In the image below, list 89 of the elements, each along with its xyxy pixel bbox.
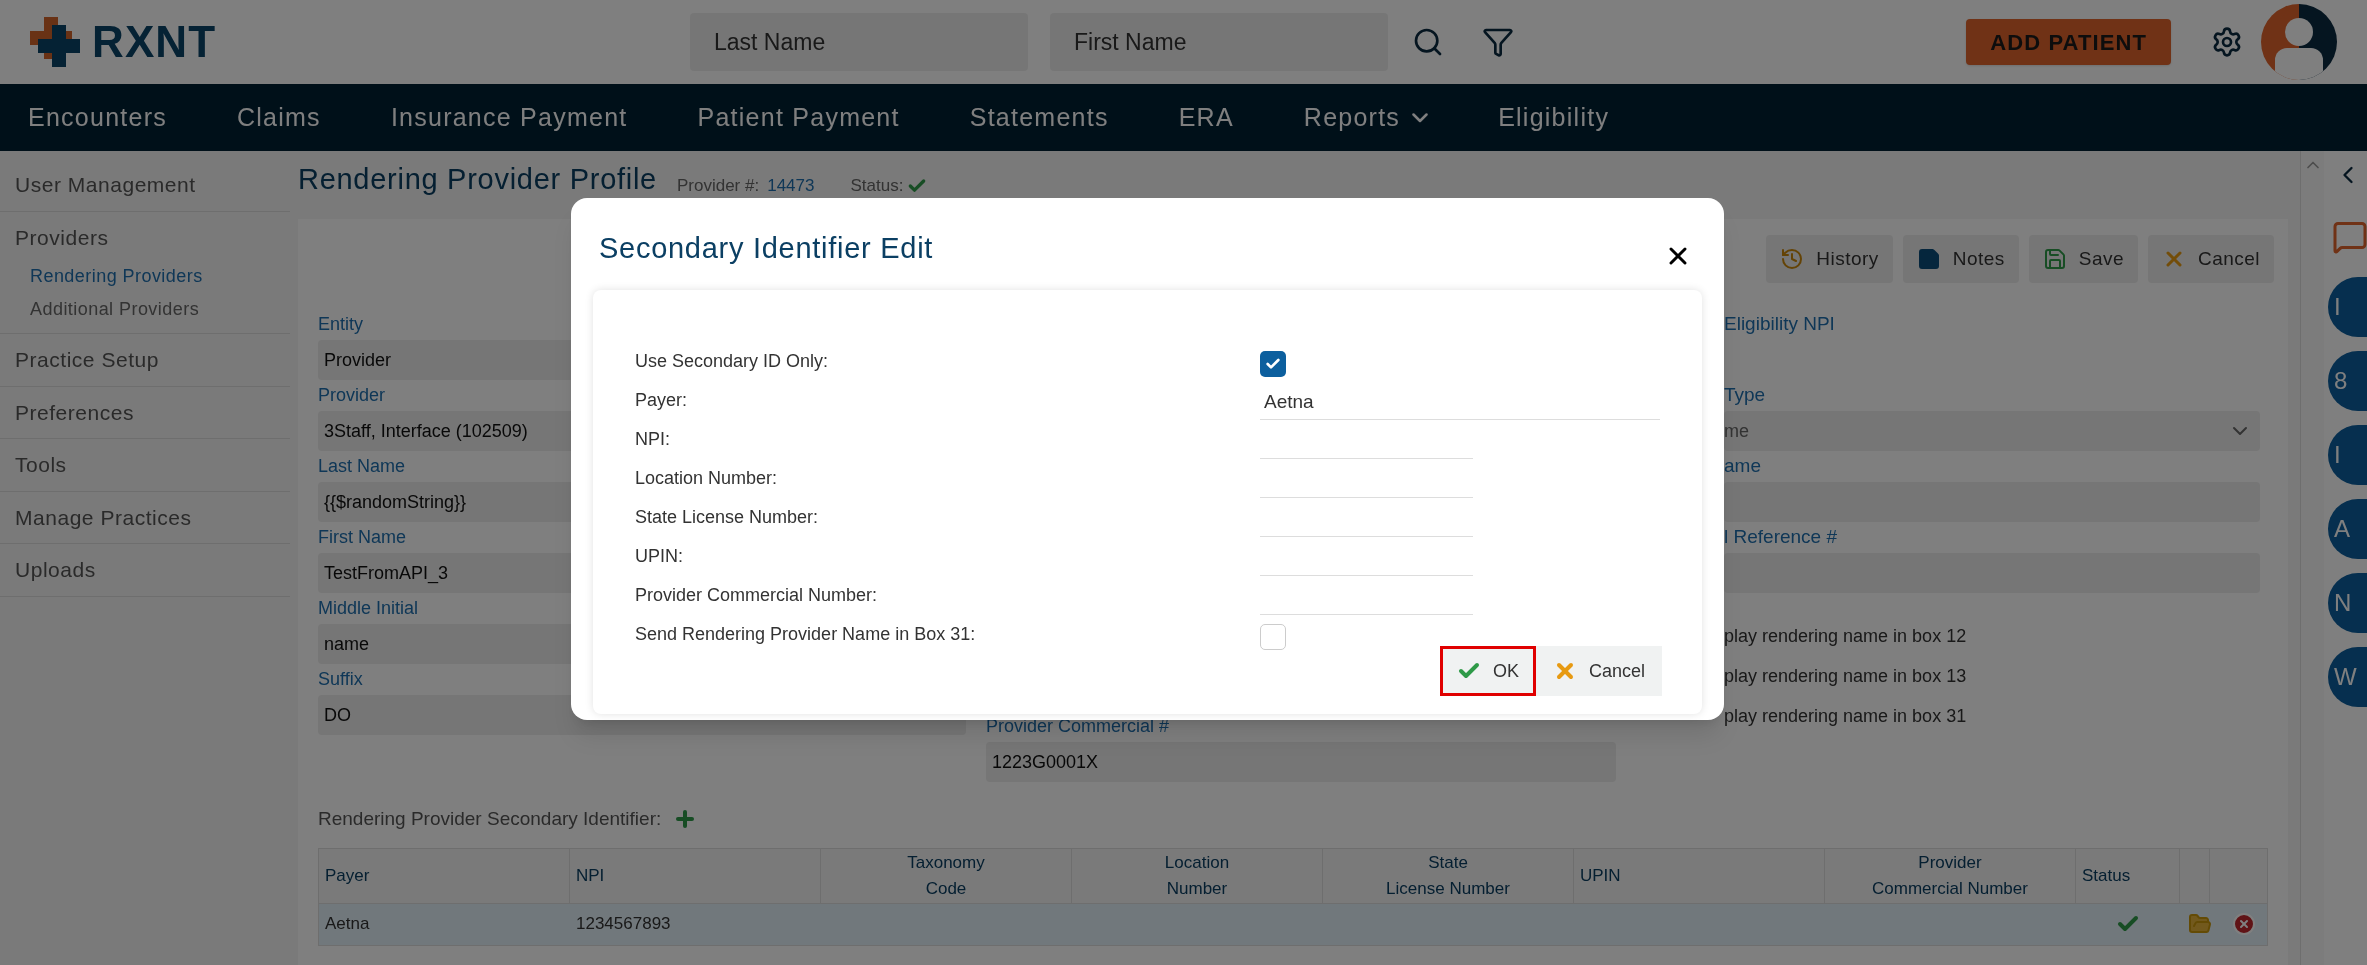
- column-header: UPIN: [1574, 848, 1825, 903]
- logo-text: RXNT: [92, 16, 217, 68]
- field-label: Middle Initial: [318, 597, 419, 620]
- provider-number-label: Provider #:: [676, 174, 760, 197]
- table-cell-text: 1234567893: [575, 913, 672, 936]
- field-label: Suffix: [318, 668, 363, 691]
- field-label: Location Number:: [635, 468, 778, 488]
- field-label: Payer:: [635, 390, 688, 410]
- search-field[interactable]: Last Name: [690, 13, 1028, 71]
- nav-item[interactable]: Insurance Payment: [390, 98, 628, 137]
- field-label: Provider Commercial Number:: [635, 585, 878, 605]
- user-avatar[interactable]: N: [2328, 573, 2367, 633]
- checkbox[interactable]: [1260, 624, 1286, 650]
- table-row[interactable]: Aetna 1234567893: [319, 902, 2267, 945]
- toolbar-button[interactable]: History: [1766, 235, 1893, 283]
- text-field[interactable]: 1223G0001X: [986, 742, 1616, 782]
- checkbox-label: play rendering name in box 13: [1724, 665, 1968, 688]
- field-label: ame: [1724, 453, 1761, 478]
- sidebar-item[interactable]: Manage Practices: [0, 501, 290, 533]
- table-cell-text: Aetna: [324, 913, 371, 936]
- user-avatar[interactable]: A: [2328, 499, 2367, 559]
- sidebar-item[interactable]: Providers: [0, 221, 290, 253]
- nav-item[interactable]: Patient Payment: [697, 98, 900, 137]
- user-avatar[interactable]: I: [2328, 425, 2367, 485]
- column-header: Taxonomy Code: [821, 848, 1072, 903]
- field-label: l Reference #: [1724, 524, 1837, 549]
- delete-icon[interactable]: [2232, 912, 2256, 936]
- nav-item[interactable]: Encounters: [28, 98, 167, 137]
- field-label: Entity: [318, 313, 364, 336]
- nav-item[interactable]: Reports: [1303, 98, 1429, 137]
- logo-icon: [30, 17, 80, 67]
- payer-field[interactable]: Aetna: [1260, 386, 1660, 420]
- field-label: Type: [1724, 382, 1766, 407]
- column-header: Location Number: [1072, 848, 1323, 903]
- checkbox-label: play rendering name in box 12: [1724, 625, 1968, 648]
- toolbar-button[interactable]: Save: [2028, 235, 2138, 283]
- text-field[interactable]: [1724, 553, 2260, 593]
- nav-item[interactable]: Eligibility: [1498, 98, 1610, 137]
- settings-icon[interactable]: [2211, 26, 2243, 58]
- sidebar-item[interactable]: User Management: [0, 169, 290, 201]
- sidebar-subitem[interactable]: Rendering Providers: [30, 263, 290, 290]
- text-field[interactable]: [1724, 482, 2260, 522]
- provider-number-link[interactable]: 14473: [767, 172, 815, 201]
- checkbox-label: play rendering name in box 31: [1724, 705, 1968, 728]
- add-patient-button[interactable]: ADD PATIENT: [1966, 19, 2171, 65]
- search-field[interactable]: First Name: [1050, 13, 1388, 71]
- user-avatar[interactable]: W: [2328, 647, 2367, 707]
- toolbar-button[interactable]: Cancel: [2148, 235, 2274, 283]
- field-label: Provider: [318, 384, 386, 407]
- section-title: Rendering Provider Secondary Identifier:: [318, 805, 966, 834]
- column-header: Provider Commercial Number: [1825, 848, 2076, 903]
- filter-icon[interactable]: [1482, 26, 1514, 58]
- nav-item[interactable]: Statements: [969, 98, 1109, 137]
- sidebar-item[interactable]: Preferences: [0, 396, 290, 428]
- status-label: Status:: [850, 174, 904, 197]
- field-label: Use Secondary ID Only:: [635, 351, 829, 371]
- select-field[interactable]: me: [1724, 411, 2260, 451]
- sidebar-item[interactable]: Tools: [0, 449, 290, 481]
- chat-icon[interactable]: [2332, 219, 2367, 255]
- column-header: NPI: [570, 848, 821, 903]
- folder-icon[interactable]: [2188, 912, 2212, 936]
- column-header: State License Number: [1323, 848, 1574, 903]
- ok-button[interactable]: OK: [1439, 646, 1536, 696]
- column-header: Status: [2076, 848, 2180, 903]
- field-label: NPI:: [635, 429, 670, 449]
- field-label: Eligibility NPI: [1724, 311, 1835, 336]
- field-label: UPIN:: [635, 546, 683, 566]
- sidebar-subitem[interactable]: Additional Providers: [30, 296, 290, 323]
- page-title: Rendering Provider Profile: [298, 161, 657, 197]
- note-icon: [1916, 247, 1941, 271]
- toolbar-button[interactable]: Notes: [1902, 235, 2019, 283]
- sidebar-item[interactable]: Practice Setup: [0, 344, 290, 376]
- cancel-button[interactable]: Cancel: [1535, 646, 1662, 696]
- save-icon: [2042, 247, 2067, 271]
- checkbox[interactable]: [1260, 351, 1286, 377]
- history-icon: [1780, 247, 1805, 271]
- user-avatar[interactable]: I: [2328, 277, 2367, 337]
- column-header: Payer: [319, 848, 570, 903]
- field-label: Send Rendering Provider Name in Box 31:: [635, 624, 976, 644]
- search-icon[interactable]: [1412, 26, 1444, 58]
- nav-item[interactable]: ERA: [1178, 98, 1234, 137]
- field-label: State License Number:: [635, 507, 819, 527]
- user-avatar[interactable]: 8: [2328, 351, 2367, 411]
- check-icon: [1265, 356, 1281, 372]
- modal-title: Secondary Identifier Edit: [598, 231, 934, 267]
- sidebar-item[interactable]: Uploads: [0, 554, 290, 586]
- field-label: First Name: [318, 526, 406, 549]
- field-label: Last Name: [318, 455, 406, 478]
- nav-item[interactable]: Claims: [236, 98, 321, 137]
